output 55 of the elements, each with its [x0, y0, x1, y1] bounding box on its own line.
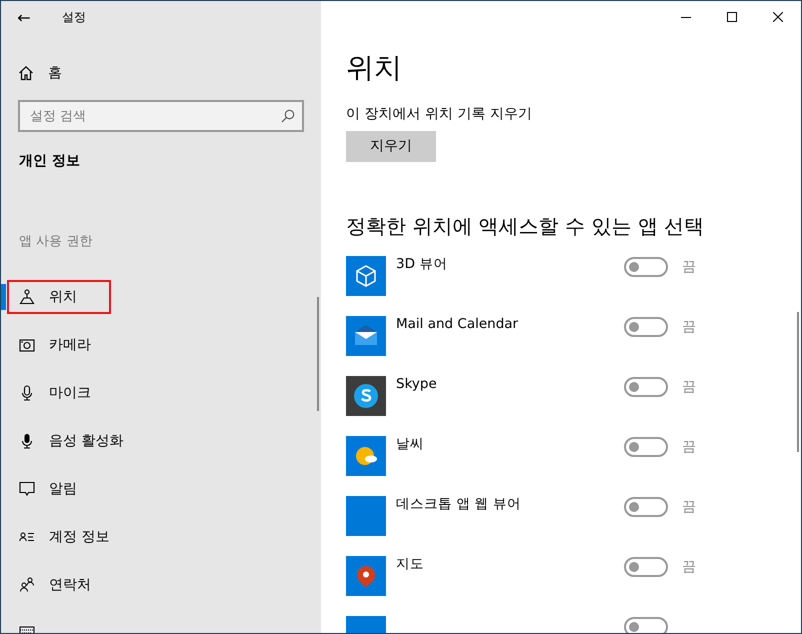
toggle-switch[interactable] — [624, 616, 668, 633]
nav-item[interactable]: 알림 — [1, 465, 321, 513]
toggle-state: 끔 — [682, 318, 696, 336]
app-name: 3D 뷰어 — [396, 258, 448, 272]
toggle-state: 끔 — [682, 498, 696, 516]
camera-icon — [19, 337, 35, 353]
toggle-state: 끔 — [682, 558, 696, 576]
home-link[interactable]: 홈 — [18, 64, 62, 82]
message-icon — [19, 481, 35, 497]
toggle-state: 끔 — [682, 438, 696, 456]
home-icon — [18, 65, 34, 81]
app-name: 지도 — [396, 558, 425, 572]
app-name: 날씨 — [396, 438, 425, 452]
toggle-switch[interactable] — [624, 316, 668, 337]
back-button[interactable]: ← — [1, 8, 47, 26]
app-tile-icon — [346, 496, 386, 536]
clear-button[interactable]: 지우기 — [346, 130, 436, 162]
nav-item[interactable]: 카메라 — [1, 321, 321, 369]
toggle-switch[interactable] — [624, 556, 668, 577]
scrollbar[interactable] — [317, 297, 319, 411]
scrollbar[interactable] — [797, 312, 799, 452]
section-title: 개인 정보 — [19, 152, 81, 170]
skype-icon — [346, 376, 386, 416]
nav-item[interactable]: 위치 — [7, 280, 111, 314]
maximize-icon — [727, 12, 737, 22]
nav-item[interactable]: 연락처 — [1, 561, 321, 609]
search-icon — [281, 109, 295, 123]
page-title: 위치 — [346, 51, 403, 85]
nav-item[interactable]: 음성 활성화 — [1, 417, 321, 465]
sun-cloud-icon — [346, 436, 386, 476]
microphone-icon — [19, 385, 35, 401]
person-pin-icon — [19, 289, 35, 305]
section-heading: 정확한 위치에 액세스할 수 있는 앱 선택 — [346, 214, 706, 238]
window-title: 설정 — [62, 8, 86, 26]
nav-item[interactable]: 마이크 — [1, 369, 321, 417]
app-name: Skype — [396, 378, 438, 392]
app-name: Mail and Calendar — [396, 318, 520, 332]
toggle-state: 끔 — [682, 378, 696, 396]
group-label: 앱 사용 권한 — [19, 233, 94, 250]
envelope-icon — [346, 316, 386, 356]
cube-icon — [346, 256, 386, 296]
toggle-switch[interactable] — [624, 436, 668, 457]
search-field[interactable]: 설정 검색 — [18, 100, 304, 132]
selection-bar — [1, 284, 6, 310]
people-icon — [19, 577, 35, 593]
clear-history-label: 이 장치에서 위치 기록 지우기 — [346, 104, 533, 123]
map-pin-icon — [346, 556, 386, 596]
microphone-icon — [19, 433, 35, 449]
nav-item[interactable]: 계정 정보 — [1, 513, 321, 561]
toggle-switch[interactable] — [624, 376, 668, 397]
toggle-switch[interactable] — [624, 256, 668, 277]
close-icon — [773, 12, 783, 22]
toggle-state: 끔 — [682, 258, 696, 276]
toggle-switch[interactable] — [624, 496, 668, 517]
app-name: 데스크톱 앱 웹 뷰어 — [396, 498, 522, 512]
